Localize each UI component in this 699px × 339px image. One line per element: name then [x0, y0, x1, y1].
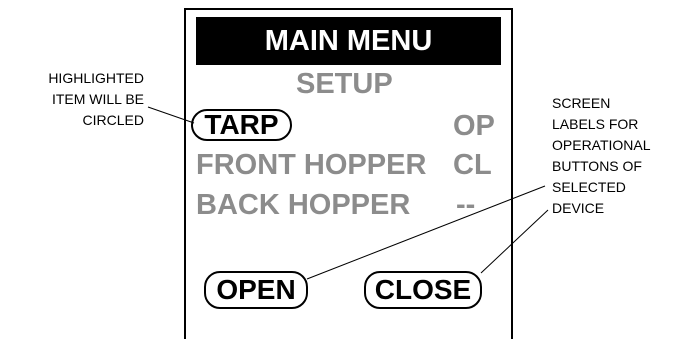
open-button-leader-line — [306, 185, 546, 280]
leader-lines — [147, 106, 549, 280]
highlight-leader-line — [147, 106, 195, 124]
close-button-leader-line — [480, 209, 549, 274]
